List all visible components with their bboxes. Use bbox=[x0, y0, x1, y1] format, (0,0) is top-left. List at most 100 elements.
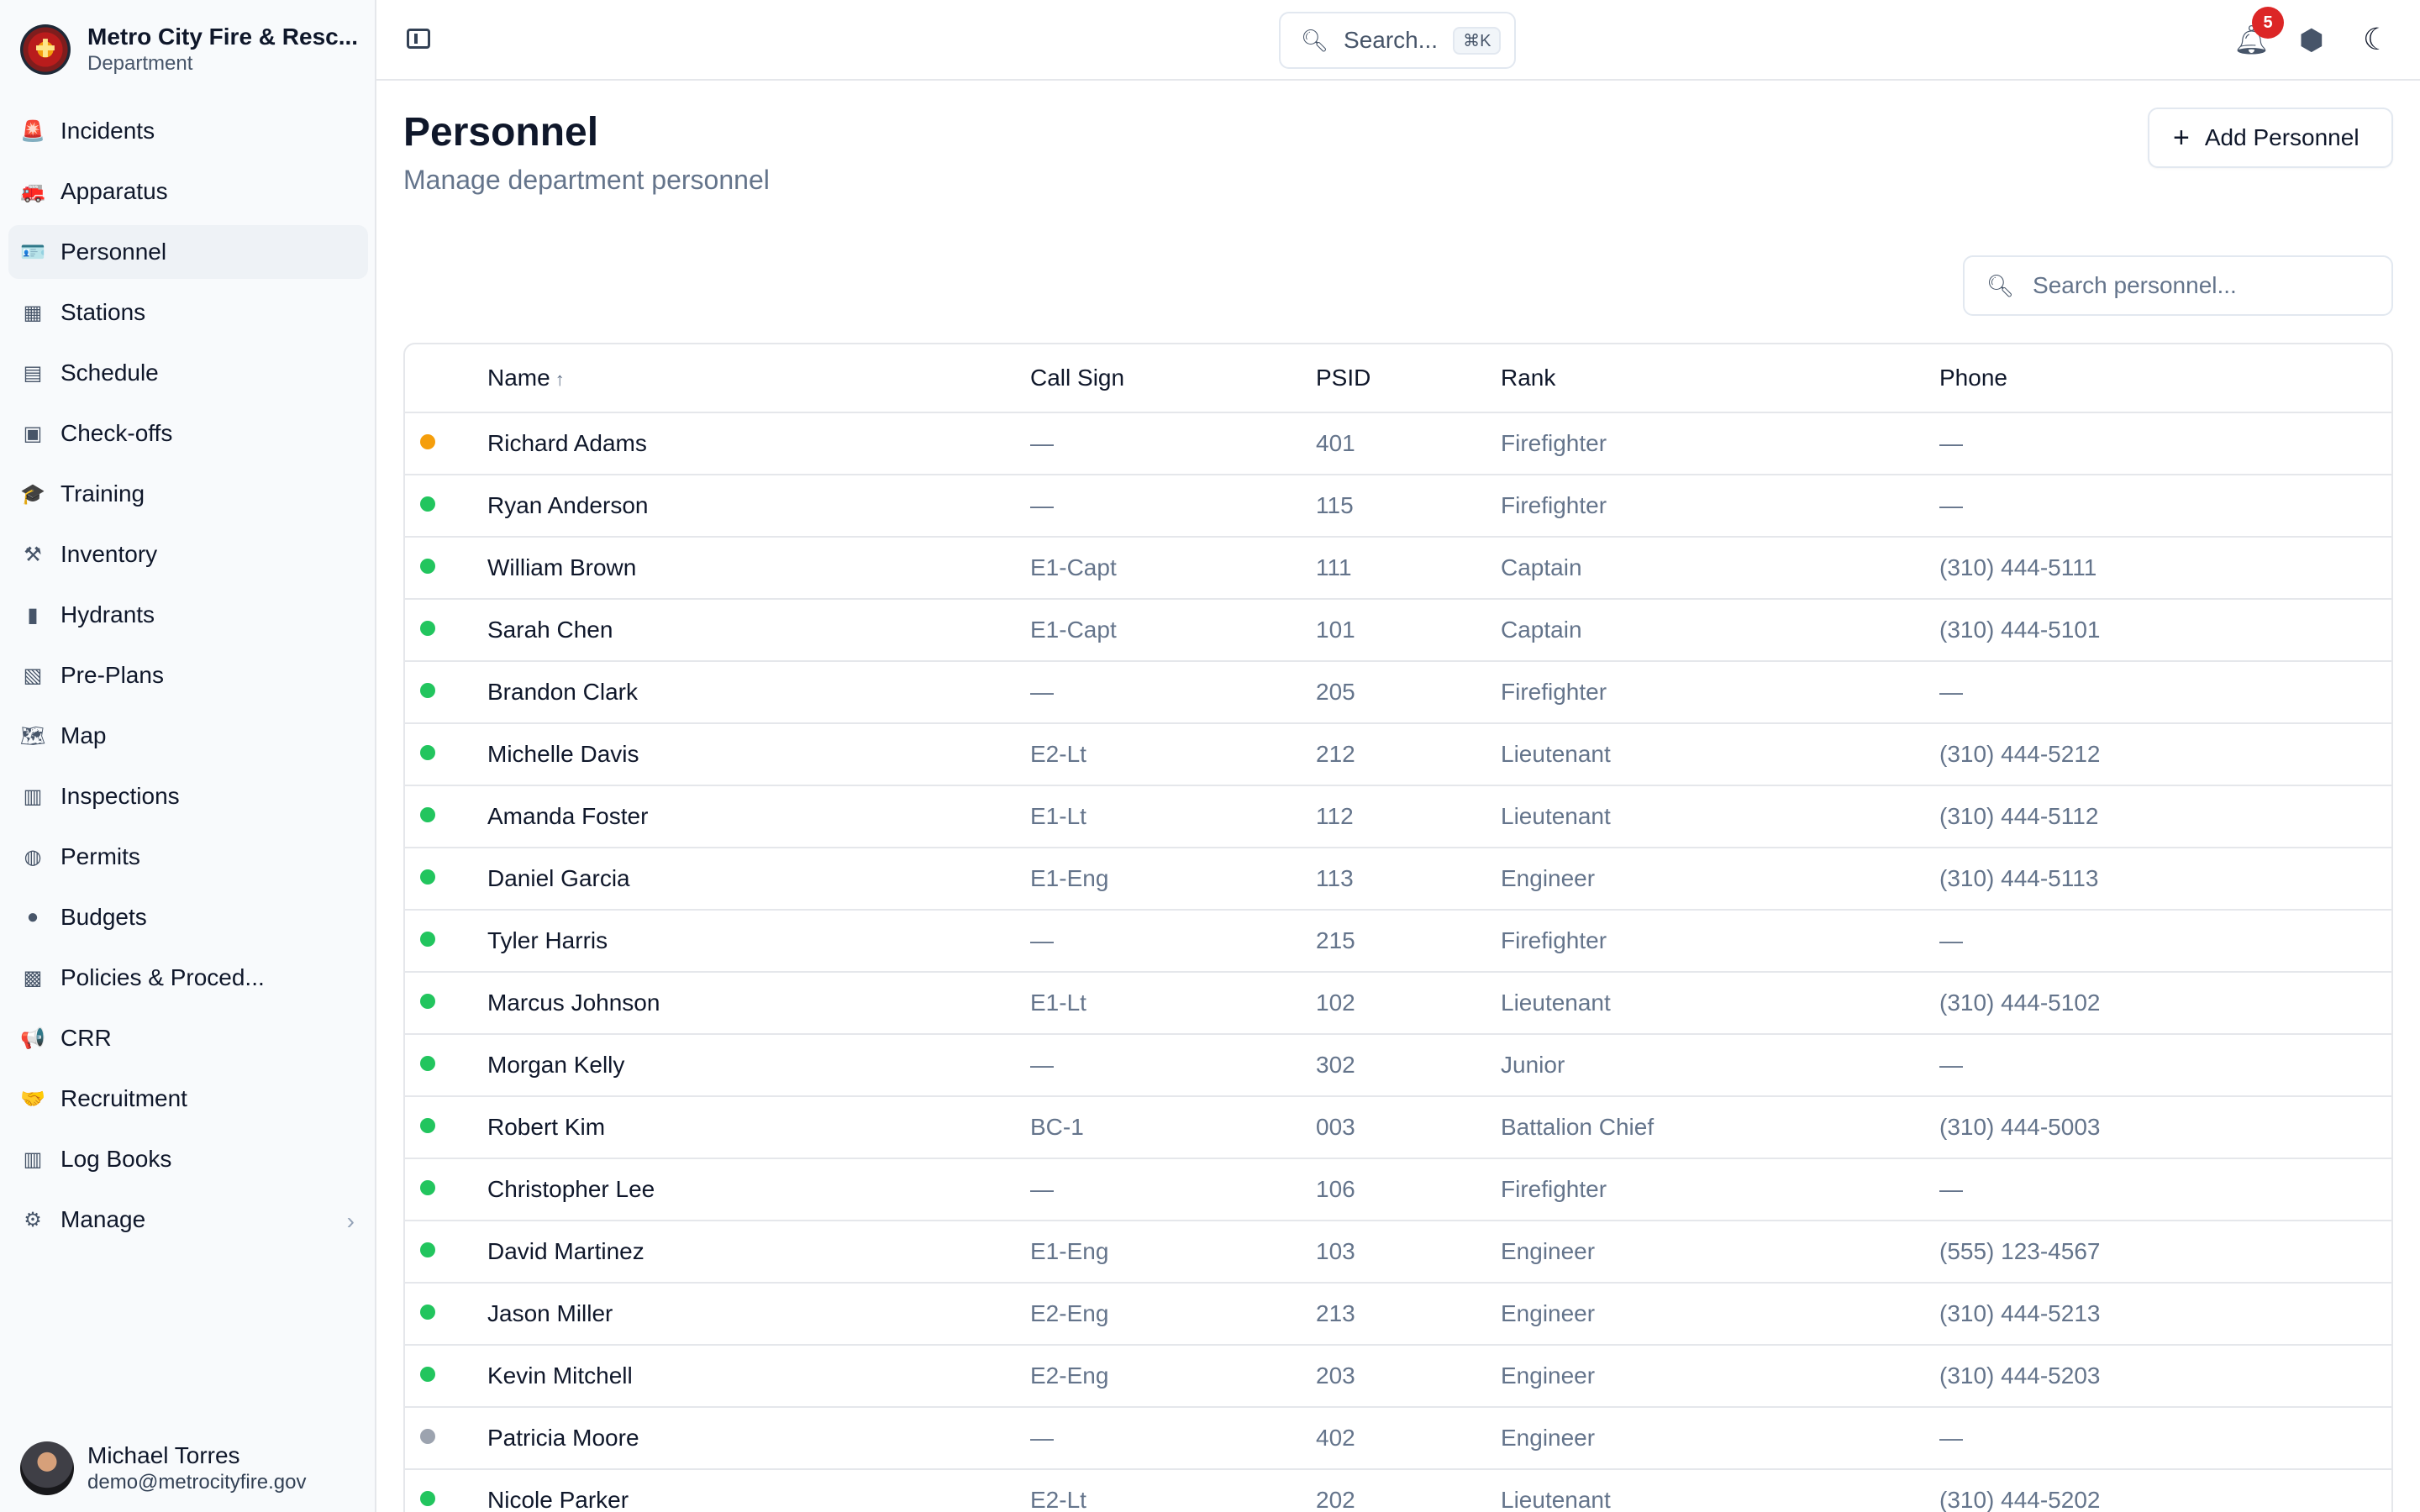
search-icon: 🔍︎ bbox=[1986, 272, 2015, 298]
table-row[interactable]: Daniel Garcia E1-Eng 113 Engineer (310) 444-… bbox=[405, 848, 2391, 911]
sort-arrow-icon: ↑ bbox=[555, 369, 565, 390]
rank-cell: Lieutenant bbox=[1501, 990, 1611, 1016]
status-cell bbox=[405, 931, 487, 951]
psid-cell: 106 bbox=[1316, 1176, 1355, 1202]
status-cell bbox=[405, 682, 487, 702]
table-row[interactable]: Morgan Kelly — 302 Junior — bbox=[405, 1035, 2391, 1097]
table-row[interactable]: Marcus Johnson E1-Lt 102 Lieutenant (310) 44… bbox=[405, 973, 2391, 1035]
piggy-bank-icon: ● bbox=[26, 906, 39, 928]
table-row[interactable]: David Martinez E1-Eng 103 Engineer (555) 123… bbox=[405, 1221, 2391, 1284]
rank-cell: Firefighter bbox=[1501, 927, 1607, 953]
personnel-search-input[interactable] bbox=[2033, 272, 2386, 299]
psid-cell: 115 bbox=[1316, 492, 1354, 518]
sidebar-item-label: Check-offs bbox=[60, 420, 173, 446]
sidebar-toggle-icon[interactable] bbox=[407, 29, 430, 49]
table-row[interactable]: Amanda Foster E1-Lt 112 Lieutenant (310) 444… bbox=[405, 786, 2391, 848]
table-row[interactable]: Kevin Mitchell E2-Eng 203 Engineer (310) 444… bbox=[405, 1346, 2391, 1408]
column-name-label: Name bbox=[487, 365, 550, 391]
call-sign-cell: E1-Lt bbox=[1030, 803, 1086, 829]
sidebar-item-budgets[interactable]: ● Budgets bbox=[8, 890, 368, 944]
building-shield-icon: ▧ bbox=[23, 664, 43, 687]
sidebar-item-apparatus[interactable]: 🚒 Apparatus bbox=[8, 165, 368, 218]
table-row[interactable]: Patricia Moore — 402 Engineer — bbox=[405, 1408, 2391, 1470]
table-row[interactable]: Tyler Harris — 215 Firefighter — bbox=[405, 911, 2391, 973]
truck-icon: 🚒 bbox=[20, 180, 45, 203]
psid-cell: 101 bbox=[1316, 617, 1355, 643]
name-cell: Michelle Davis bbox=[487, 741, 639, 767]
table-row[interactable]: Sarah Chen E1-Capt 101 Captain (310) 444-510… bbox=[405, 600, 2391, 662]
brand[interactable]: Metro City Fire & Resc... Department bbox=[20, 24, 373, 76]
avatar bbox=[20, 1441, 74, 1495]
status-cell bbox=[405, 1242, 487, 1262]
settings-icon[interactable]: ⬢ bbox=[2299, 24, 2324, 57]
sidebar-item-inspections[interactable]: ▥ Inspections bbox=[8, 769, 368, 823]
table-row[interactable]: Christopher Lee — 106 Firefighter — bbox=[405, 1159, 2391, 1221]
name-cell: Brandon Clark bbox=[487, 679, 638, 705]
status-cell bbox=[405, 1366, 487, 1386]
table-row[interactable]: Robert Kim BC-1 003 Battalion Chief (310) 44… bbox=[405, 1097, 2391, 1159]
phone-cell: — bbox=[1939, 679, 1963, 705]
sidebar-item-personnel[interactable]: 🪪 Personnel bbox=[8, 225, 368, 279]
sidebar-item-stations[interactable]: ▦ Stations bbox=[8, 286, 368, 339]
sidebar-item-manage[interactable]: ⚙ Manage › bbox=[8, 1193, 368, 1247]
user-email: demo@metrocityfire.gov bbox=[87, 1471, 307, 1494]
personnel-search[interactable]: 🔍︎ bbox=[1963, 255, 2393, 316]
phone-cell: (310) 444-5101 bbox=[1939, 617, 2101, 643]
table-row[interactable]: Ryan Anderson — 115 Firefighter — bbox=[405, 475, 2391, 538]
phone-cell: (310) 444-5111 bbox=[1939, 554, 2097, 580]
megaphone-icon: 📢 bbox=[20, 1026, 45, 1050]
graduation-cap-icon: 🎓 bbox=[20, 482, 45, 506]
user-name: Michael Torres bbox=[87, 1442, 240, 1468]
column-header-name[interactable]: Name ↑ bbox=[487, 365, 1030, 391]
table-row[interactable]: Brandon Clark — 205 Firefighter — bbox=[405, 662, 2391, 724]
sidebar-item-training[interactable]: 🎓 Training bbox=[8, 467, 368, 521]
siren-icon: 🚨 bbox=[20, 119, 45, 143]
name-cell: Kevin Mitchell bbox=[487, 1362, 633, 1389]
user-profile[interactable]: Michael Torres demo@metrocityfire.gov bbox=[20, 1441, 306, 1495]
table-row[interactable]: Jason Miller E2-Eng 213 Engineer (310) 444-5… bbox=[405, 1284, 2391, 1346]
books-icon: ▥ bbox=[23, 1147, 43, 1171]
name-cell: Richard Adams bbox=[487, 430, 647, 456]
status-dot-icon bbox=[420, 1304, 435, 1320]
sidebar-item-crr[interactable]: 📢 CRR bbox=[8, 1011, 368, 1065]
table-row[interactable]: William Brown E1-Capt 111 Captain (310) 444-… bbox=[405, 538, 2391, 600]
sidebar-item-permits[interactable]: ◍ Permits bbox=[8, 830, 368, 884]
rank-cell: Lieutenant bbox=[1501, 803, 1611, 829]
sidebar-item-check-offs[interactable]: ▣ Check-offs bbox=[8, 407, 368, 460]
sidebar-item-label: Incidents bbox=[60, 118, 155, 144]
sidebar-item-label: Stations bbox=[60, 299, 146, 325]
sidebar-item-recruitment[interactable]: 🤝 Recruitment bbox=[8, 1072, 368, 1126]
table-row[interactable]: Nicole Parker E2-Lt 202 Lieutenant (310) 444… bbox=[405, 1470, 2391, 1512]
call-sign-cell: E1-Eng bbox=[1030, 1238, 1109, 1264]
phone-cell: — bbox=[1939, 430, 1963, 456]
sidebar-item-hydrants[interactable]: ▮ Hydrants bbox=[8, 588, 368, 642]
status-cell bbox=[405, 1490, 487, 1510]
sidebar-item-schedule[interactable]: ▤ Schedule bbox=[8, 346, 368, 400]
add-personnel-button[interactable]: + Add Personnel bbox=[2148, 108, 2393, 168]
call-sign-cell: — bbox=[1030, 492, 1054, 518]
moon-icon[interactable]: ☾ bbox=[2363, 22, 2390, 57]
status-dot-icon bbox=[420, 1490, 435, 1506]
sidebar-item-inventory[interactable]: ⚒ Inventory bbox=[8, 528, 368, 581]
status-cell bbox=[405, 558, 487, 578]
name-cell: Daniel Garcia bbox=[487, 865, 630, 891]
status-dot-icon bbox=[420, 931, 435, 947]
status-cell bbox=[405, 744, 487, 764]
table-body: Richard Adams —401 Firefighter — Ryan Anders… bbox=[405, 413, 2391, 1512]
global-search-button[interactable]: 🔍︎ Search... ⌘K bbox=[1279, 12, 1516, 69]
rank-cell: Firefighter bbox=[1501, 1176, 1607, 1202]
table-row[interactable]: Richard Adams — 401 Firefighter — bbox=[405, 413, 2391, 475]
call-sign-cell: E2-Lt bbox=[1030, 1487, 1086, 1512]
status-dot-icon bbox=[420, 1117, 435, 1133]
sidebar-item-incidents[interactable]: 🚨 Incidents bbox=[8, 104, 368, 158]
rank-cell: Engineer bbox=[1501, 1362, 1596, 1389]
sidebar-nav: 🚨 Incidents 🚒 Apparatus 🪪 Personnel ▦ Stations ▤… bbox=[8, 104, 368, 1253]
status-dot-icon bbox=[420, 433, 435, 449]
sidebar-item-policies-proced[interactable]: ▩ Policies & Proced... bbox=[8, 951, 368, 1005]
sidebar-item-label: Policies & Proced... bbox=[60, 964, 265, 990]
sidebar-item-pre-plans[interactable]: ▧ Pre-Plans bbox=[8, 648, 368, 702]
sidebar-item-log-books[interactable]: ▥ Log Books bbox=[8, 1132, 368, 1186]
table-row[interactable]: Michelle Davis E2-Lt 212 Lieutenant (310) 44… bbox=[405, 724, 2391, 786]
sidebar-item-map[interactable]: 🗺 Map bbox=[8, 709, 368, 763]
psid-cell: 213 bbox=[1316, 1300, 1355, 1326]
